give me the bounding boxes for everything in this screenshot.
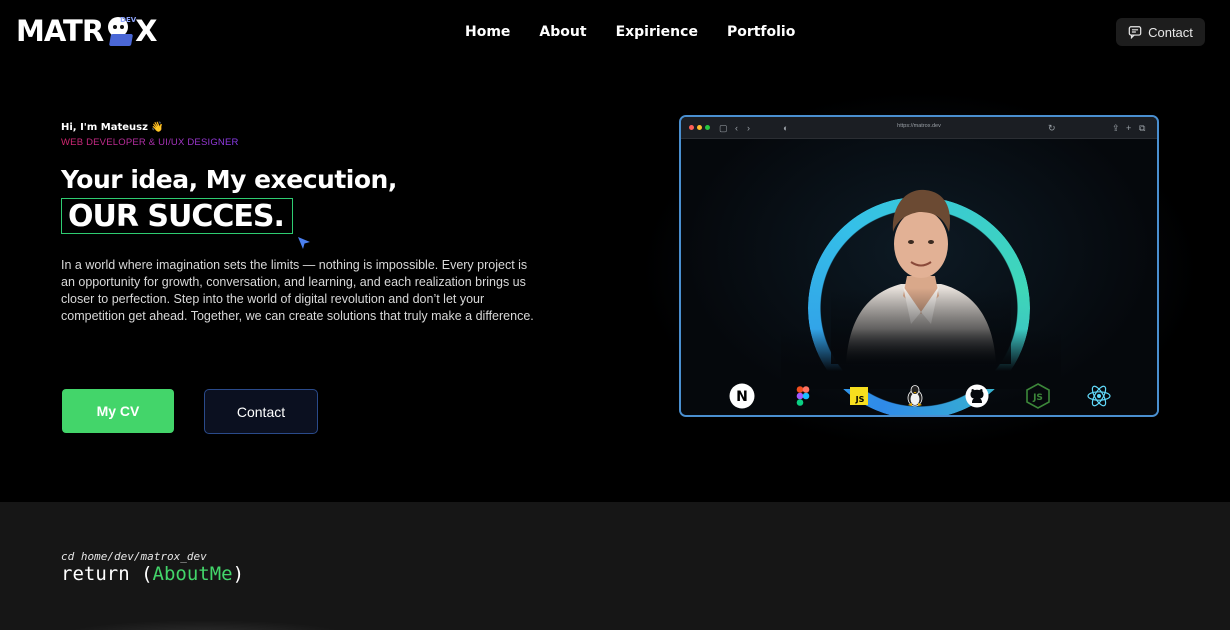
nav-experience[interactable]: Expirience <box>616 24 698 40</box>
header-contact-button[interactable]: Contact <box>1116 18 1205 46</box>
tech-icons-row: N JS JS <box>681 379 1157 413</box>
nav-home[interactable]: Home <box>465 24 510 40</box>
mascot-icon: DEV <box>104 16 137 46</box>
headline: Your idea, My execution, <box>61 165 397 194</box>
nav-portfolio[interactable]: Portfolio <box>727 24 795 40</box>
javascript-icon: JS <box>845 382 873 410</box>
greeting: Hi, I'm Mateusz 👋 <box>61 122 164 133</box>
terminal-command: cd home/dev/matrox_dev <box>61 550 207 563</box>
svg-text:JS: JS <box>855 395 865 404</box>
chat-icon <box>1128 26 1142 39</box>
highlight-text: OUR SUCCES. <box>68 198 285 234</box>
nav-about[interactable]: About <box>539 24 586 40</box>
nodejs-icon: JS <box>1024 382 1052 410</box>
github-icon <box>963 382 991 410</box>
role-subtitle: WEB DEVELOPER & UI/UX DESIGNER <box>61 137 239 148</box>
return-component-name: AboutMe <box>152 563 233 585</box>
main-nav: Home About Expirience Portfolio <box>465 24 795 40</box>
my-cv-button[interactable]: My CV <box>62 389 174 433</box>
svg-text:JS: JS <box>1032 393 1043 403</box>
share-icon: ⇪ <box>1112 123 1120 133</box>
tabs-icon: ⧉ <box>1139 123 1146 133</box>
logo[interactable]: MATR DEV X <box>16 14 158 48</box>
browser-mockup: ▢ ‹ › ◐ https://matrox.dev ↻ ⇪ + ⧉ N JS … <box>679 115 1159 417</box>
linux-icon <box>901 382 929 410</box>
logo-text-left: MATR <box>16 14 104 48</box>
react-icon <box>1085 382 1113 410</box>
header-contact-label: Contact <box>1148 24 1193 40</box>
hero-description: In a world where imagination sets the li… <box>61 258 534 323</box>
svg-text:N: N <box>736 389 748 405</box>
return-prefix: return ( <box>61 563 153 585</box>
cursor-pointer-icon <box>298 237 310 249</box>
about-section: cd home/dev/matrox_dev return (AboutMe) <box>0 502 1230 630</box>
figma-icon <box>789 382 817 410</box>
logo-text-right: X <box>135 14 157 48</box>
nextjs-icon: N <box>728 382 756 410</box>
browser-url: https://matrox.dev <box>897 123 941 129</box>
highlight-box: OUR SUCCES. <box>61 198 293 234</box>
page: MATR DEV X Home About Expirience Portfol… <box>0 0 1230 630</box>
about-card-glow <box>60 620 350 630</box>
return-suffix: ) <box>232 563 245 585</box>
return-statement: return (AboutMe) <box>61 563 244 585</box>
logo-badge: DEV <box>120 16 137 24</box>
contact-button[interactable]: Contact <box>204 389 318 434</box>
browser-screen: N JS JS <box>681 139 1157 415</box>
reload-icon: ↻ <box>1048 123 1056 133</box>
browser-toolbar: ▢ ‹ › ◐ https://matrox.dev ↻ ⇪ + ⧉ <box>681 117 1157 139</box>
new-tab-icon: + <box>1126 123 1132 133</box>
